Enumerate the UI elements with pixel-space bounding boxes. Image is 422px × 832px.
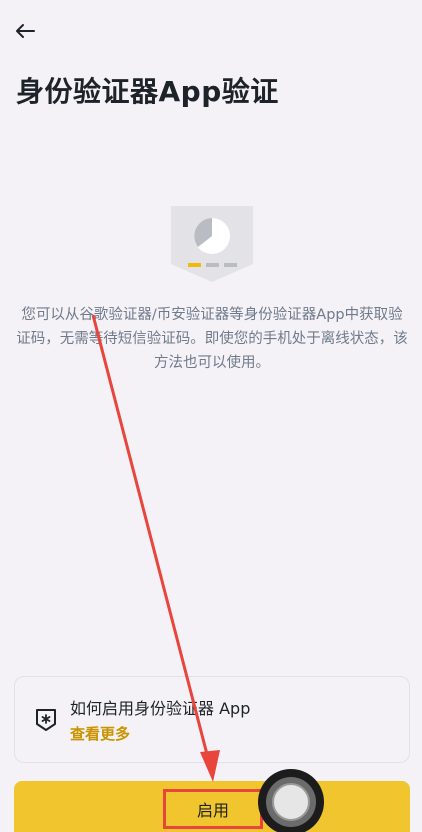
help-card-title: 如何启用身份验证器 App [70, 699, 251, 718]
authenticator-badge-icon [35, 708, 57, 732]
back-button[interactable] [12, 18, 38, 44]
page-title: 身份验证器App验证 [16, 75, 279, 108]
assistive-touch-button[interactable] [258, 769, 324, 832]
enable-button-highlight: 启用 [163, 789, 263, 829]
help-card[interactable]: 如何启用身份验证器 App 查看更多 [14, 676, 410, 763]
arrow-left-icon [16, 24, 35, 38]
description-text: 您可以从谷歌验证器/币安验证器等身份验证器App中获取验证码，无需等待短信验证码… [16, 307, 408, 371]
authenticator-shield-illustration [171, 206, 253, 282]
enable-button[interactable]: 启用 [14, 781, 410, 832]
enable-button-label: 启用 [196, 801, 229, 820]
see-more-link[interactable]: 查看更多 [70, 723, 130, 744]
